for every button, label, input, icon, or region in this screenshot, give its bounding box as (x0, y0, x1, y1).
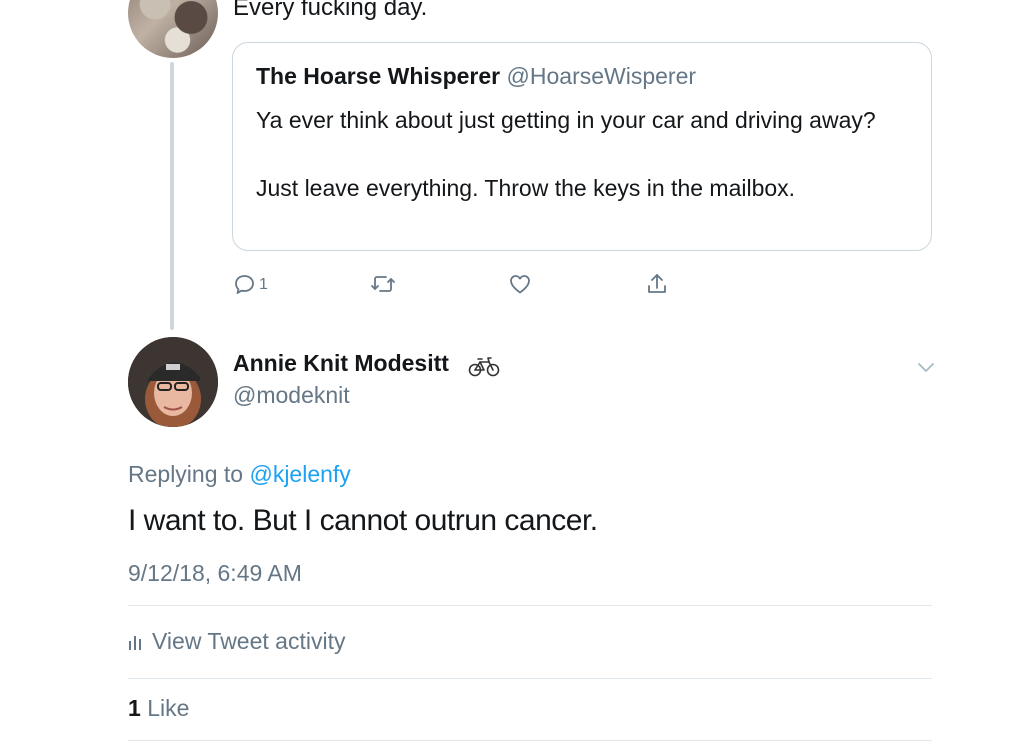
bar-chart-icon (128, 629, 142, 656)
author-handle[interactable]: @modeknit (233, 382, 350, 409)
divider (128, 605, 932, 606)
like-count-link[interactable]: 1 Like (128, 695, 189, 722)
author-avatar[interactable] (128, 337, 218, 427)
divider (128, 740, 932, 741)
reply-count: 1 (259, 276, 268, 293)
parent-avatar[interactable] (128, 0, 218, 58)
quoted-tweet-line: Just leave everything. Throw the keys in… (256, 175, 796, 201)
tweet-text: I want to. But I cannot outrun cancer. (128, 504, 598, 537)
thread-line (170, 62, 174, 330)
share-icon[interactable] (645, 272, 669, 301)
like-label: Like (147, 695, 190, 721)
quoted-tweet-body: Ya ever think about just getting in your… (256, 103, 906, 205)
parent-tweet-text: Every fucking day. (233, 0, 428, 21)
quoted-tweet-header: The Hoarse Whisperer @HoarseWisperer (256, 63, 696, 90)
activity-label: View Tweet activity (152, 628, 346, 654)
chevron-down-icon[interactable] (916, 360, 936, 379)
retweet-icon[interactable] (370, 272, 396, 301)
replying-prefix: Replying to (128, 461, 250, 487)
like-count: 1 (128, 695, 141, 721)
quoted-tweet-card[interactable]: The Hoarse Whisperer @HoarseWisperer Ya … (232, 42, 932, 251)
quoted-tweet-line: Ya ever think about just getting in your… (256, 107, 876, 133)
replying-to: Replying to @kjelenfy (128, 461, 351, 488)
replying-to-link[interactable]: @kjelenfy (249, 461, 350, 487)
divider (128, 678, 932, 679)
view-tweet-activity-link[interactable]: View Tweet activity (128, 628, 345, 656)
quoted-author-name: The Hoarse Whisperer (256, 63, 501, 89)
reply-icon[interactable] (233, 272, 257, 301)
quoted-author-handle: @HoarseWisperer (506, 63, 697, 89)
like-icon[interactable] (508, 272, 532, 301)
bicycle-icon (468, 354, 500, 383)
tweet-timestamp[interactable]: 9/12/18, 6:49 AM (128, 560, 302, 587)
author-name[interactable]: Annie Knit Modesitt (233, 350, 449, 377)
